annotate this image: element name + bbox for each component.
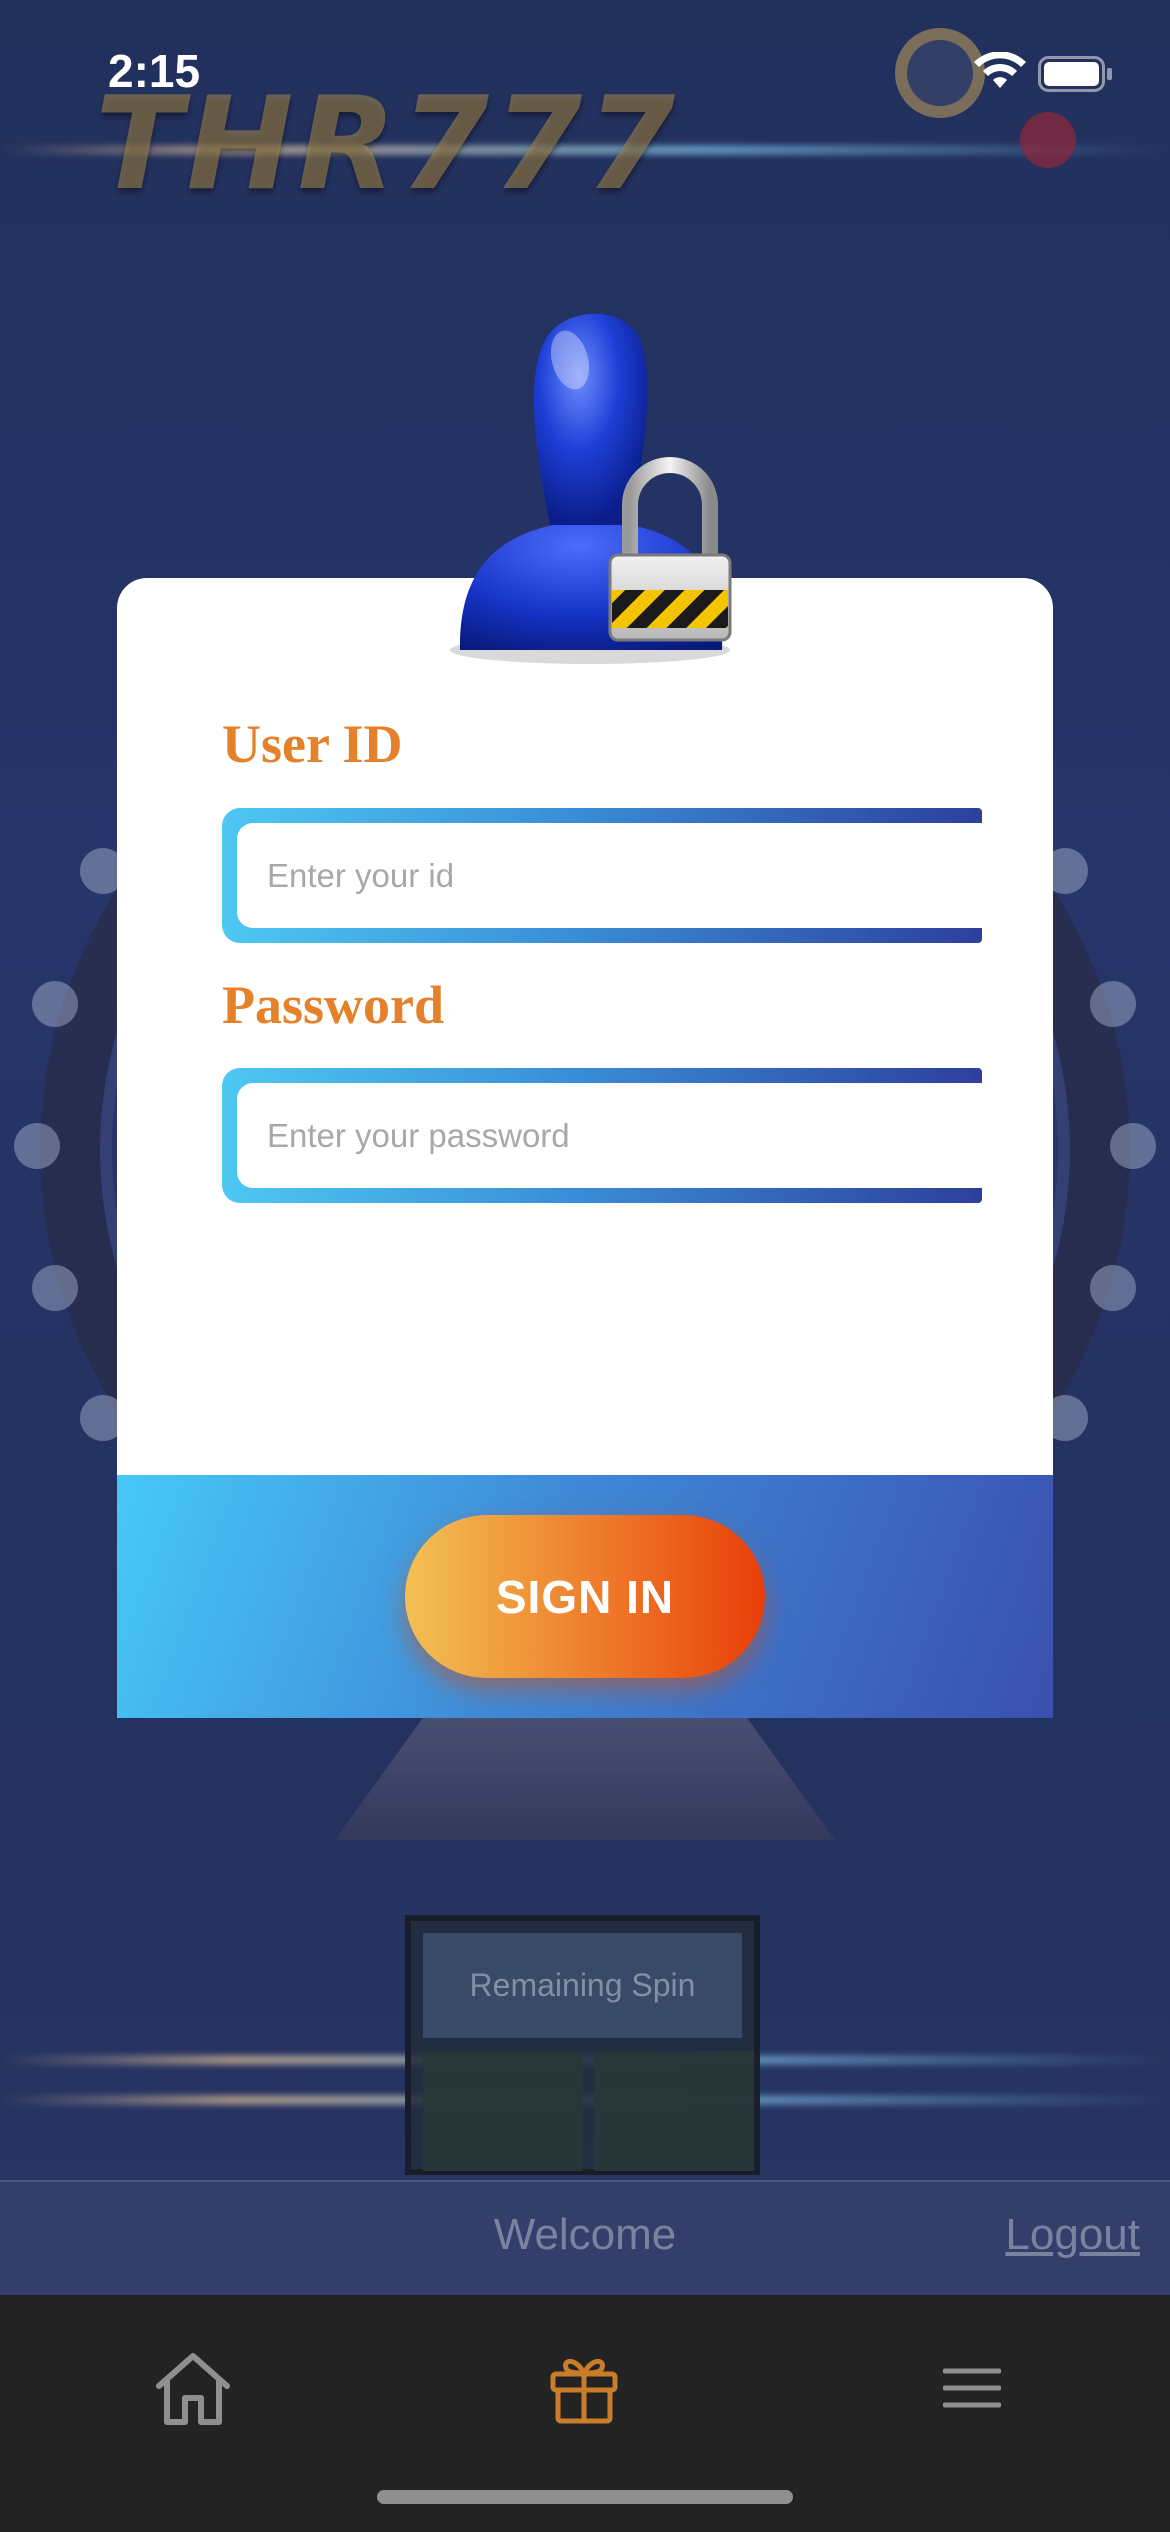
- login-card-footer: SIGN IN: [117, 1475, 1053, 1718]
- home-icon: [156, 2353, 230, 2425]
- status-bar-time: 2:15: [108, 45, 201, 97]
- tab-gift[interactable]: [524, 2333, 644, 2443]
- sign-in-button[interactable]: SIGN IN: [405, 1515, 765, 1678]
- password-label: Password: [222, 975, 445, 1035]
- background-wheel-dot: [14, 1123, 60, 1169]
- login-card: User ID Password SIGN IN: [117, 578, 1053, 1718]
- tab-menu[interactable]: [912, 2333, 1032, 2443]
- menu-icon: [943, 2368, 1001, 2408]
- background-wheel-dot: [32, 981, 78, 1027]
- tab-home[interactable]: [133, 2333, 253, 2443]
- background-panel-cell: [423, 2051, 583, 2171]
- wifi-icon: [974, 52, 1026, 88]
- background-panel-title: Remaining Spin: [423, 1933, 742, 2038]
- background-logout-link: Logout: [1005, 2210, 1140, 2259]
- user-id-label: User ID: [222, 714, 403, 774]
- background-wheel-dot: [1090, 981, 1136, 1027]
- password-field-frame: [222, 1068, 982, 1203]
- background-wheel-dot: [1110, 1123, 1156, 1169]
- background-wheel-dot: [1090, 1265, 1136, 1311]
- user-lock-avatar-icon: [450, 313, 732, 664]
- home-indicator: [377, 2490, 793, 2504]
- background-remaining-spin-panel: Remaining Spin: [405, 1915, 760, 2175]
- background-notification-icon: [1020, 112, 1076, 168]
- battery-icon: [1038, 56, 1112, 92]
- background-welcome-text: Welcome: [493, 2210, 677, 2259]
- user-id-input[interactable]: [237, 823, 982, 928]
- background-wheel-dot: [32, 1265, 78, 1311]
- gift-icon: [550, 2358, 618, 2424]
- background-wheel-stand: [335, 1715, 835, 1840]
- user-id-field-frame: [222, 808, 982, 943]
- password-input[interactable]: [237, 1083, 982, 1188]
- background-panel-cell: [594, 2051, 754, 2171]
